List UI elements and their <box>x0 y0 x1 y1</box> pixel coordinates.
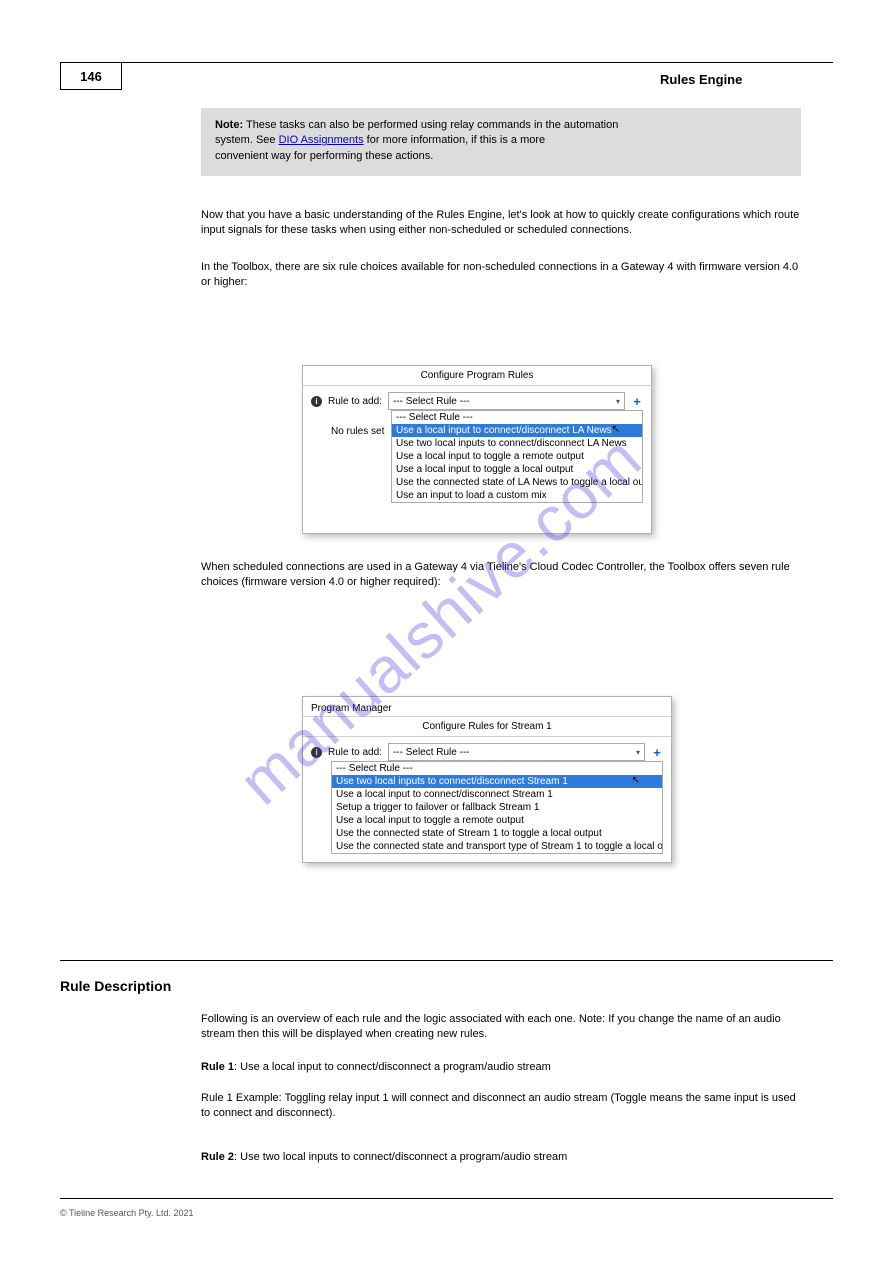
dropdown-option[interactable]: Use the connected state of LA News to to… <box>392 476 642 489</box>
dropdown-option[interactable]: Use two local inputs to connect/disconne… <box>332 775 662 788</box>
dropdown-option[interactable]: Setup a trigger to failover or fallback … <box>332 801 662 814</box>
rule-to-add-label: Rule to add: <box>328 747 382 758</box>
note-text-1: These tasks can also be performed using … <box>246 119 618 131</box>
note-label: Note: <box>215 119 243 131</box>
figure1-dropdown[interactable]: --- Select Rule --- Use a local input to… <box>391 410 643 503</box>
dropdown-option[interactable]: Use a local input to toggle a local outp… <box>392 463 642 476</box>
rule-select[interactable]: --- Select Rule --- ▾ <box>388 392 625 410</box>
note-text-3: convenient way for performing these acti… <box>215 150 433 162</box>
rule1-block: Rule 1: Use a local input to connect/dis… <box>201 1060 801 1122</box>
rule2-title: Rule 2 <box>201 1151 234 1163</box>
footer-copyright: © Tieline Research Pty. Ltd. 2021 <box>60 1208 194 1218</box>
rule-select[interactable]: --- Select Rule --- ▾ <box>388 743 645 761</box>
note-text-after-link: for more information, if this is a more <box>367 134 546 146</box>
figure1-title: Configure Program Rules <box>303 366 651 386</box>
paragraph-4: Following is an overview of each rule an… <box>201 1012 801 1043</box>
rule1-example: Rule 1 Example: Toggling relay input 1 w… <box>201 1092 796 1119</box>
chevron-down-icon: ▾ <box>616 397 620 406</box>
footer-rule <box>60 1198 833 1199</box>
section-rule <box>60 960 833 961</box>
dropdown-option[interactable]: Use two local inputs to connect/disconne… <box>392 437 642 450</box>
figure-non-scheduled-rules: Configure Program Rules i Rule to add: -… <box>302 365 652 534</box>
rule1-title: Rule 1 <box>201 1061 234 1073</box>
dropdown-option[interactable]: --- Select Rule --- <box>392 411 642 424</box>
dropdown-option[interactable]: Use an input to load a custom mix <box>392 489 642 502</box>
paragraph-2: In the Toolbox, there are six rule choic… <box>201 260 801 291</box>
dropdown-option[interactable]: --- Select Rule --- <box>332 762 662 775</box>
note-box: Note: These tasks can also be performed … <box>201 108 801 176</box>
add-rule-button[interactable]: + <box>631 394 643 409</box>
rule2-desc: : Use two local inputs to connect/discon… <box>234 1151 567 1163</box>
dropdown-option[interactable]: Use a local input to toggle a remote out… <box>392 450 642 463</box>
info-icon: i <box>311 396 322 407</box>
dropdown-option[interactable]: Use a local input to connect/disconnect … <box>332 788 662 801</box>
rule-to-add-label: Rule to add: <box>328 396 382 407</box>
dropdown-option[interactable]: Use the connected state and transport ty… <box>332 840 662 853</box>
cursor-icon: ↖ <box>632 775 640 786</box>
page-number: 146 <box>80 69 102 84</box>
dropdown-option-label: Use a local input to connect/disconnect … <box>396 425 612 436</box>
no-rules-text: No rules set <box>303 422 392 447</box>
page-number-box: 146 <box>60 62 122 90</box>
page-title: Rules Engine <box>660 72 742 87</box>
section-heading: Rule Description <box>60 978 171 994</box>
dropdown-option-label: Use two local inputs to connect/disconne… <box>336 776 568 787</box>
figure2-title: Configure Rules for Stream 1 <box>303 716 671 737</box>
cursor-icon: ↖ <box>612 424 620 435</box>
header-rule <box>122 62 833 63</box>
paragraph-1: Now that you have a basic understanding … <box>201 208 801 239</box>
figure2-dropdown[interactable]: --- Select Rule --- Use two local inputs… <box>331 761 663 854</box>
figure-scheduled-rules: Program Manager Configure Rules for Stre… <box>302 696 672 863</box>
info-icon: i <box>311 747 322 758</box>
dropdown-option[interactable]: Use the connected state of Stream 1 to t… <box>332 827 662 840</box>
chevron-down-icon: ▾ <box>636 748 640 757</box>
rule1-desc: : Use a local input to connect/disconnec… <box>234 1061 551 1073</box>
note-text-2: system. See <box>215 134 276 146</box>
rule-select-value: --- Select Rule --- <box>393 747 470 758</box>
add-rule-button[interactable]: + <box>651 745 663 760</box>
dropdown-option[interactable]: Use a local input to connect/disconnect … <box>392 424 642 437</box>
rule-select-value: --- Select Rule --- <box>393 396 470 407</box>
rule2-block: Rule 2: Use two local inputs to connect/… <box>201 1150 801 1165</box>
note-link[interactable]: DIO Assignments <box>279 134 364 146</box>
dropdown-option[interactable]: Use a local input to toggle a remote out… <box>332 814 662 827</box>
program-manager-label: Program Manager <box>303 697 671 716</box>
paragraph-3: When scheduled connections are used in a… <box>201 560 801 591</box>
